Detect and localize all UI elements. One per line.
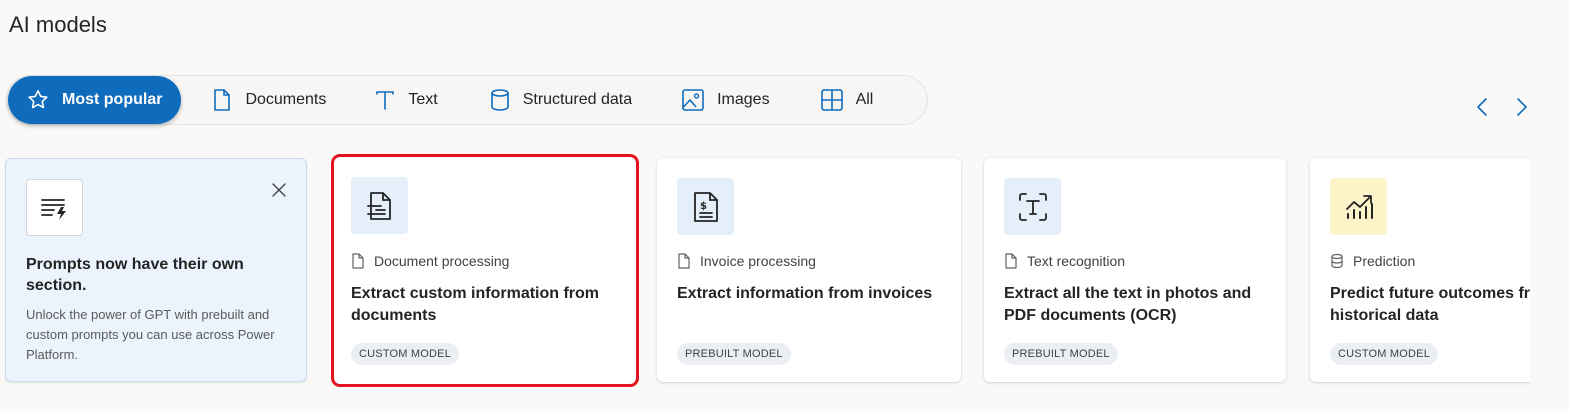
- category-filter-bar: Most popular Documents Text Structured d…: [6, 75, 928, 125]
- filter-label: Most popular: [62, 91, 163, 108]
- text-recognition-icon: [1018, 192, 1047, 221]
- previous-button[interactable]: [1472, 95, 1492, 119]
- card-title: Extract custom information from document…: [351, 285, 600, 324]
- model-card-document-processing[interactable]: Document processing Extract custom infor…: [331, 154, 639, 387]
- image-icon: [682, 89, 704, 111]
- filter-label: Text: [408, 91, 438, 108]
- card-icon-tile: [1004, 178, 1061, 235]
- document-icon: [678, 253, 690, 269]
- database-icon: [490, 89, 509, 111]
- filter-label: Images: [717, 91, 770, 108]
- model-card-invoice-processing[interactable]: $ Invoice processing Extract information…: [657, 158, 961, 382]
- next-button[interactable]: [1512, 95, 1532, 119]
- document-icon: [1005, 253, 1017, 269]
- category-label: Invoice processing: [700, 253, 816, 269]
- card-category: Text recognition: [1004, 253, 1125, 269]
- category-label: Prediction: [1353, 253, 1416, 269]
- filter-label: All: [855, 91, 874, 108]
- card-title: Predict future outcomes from historical …: [1330, 285, 1530, 324]
- star-icon: [28, 90, 48, 109]
- category-label: Document processing: [374, 253, 510, 269]
- card-category: Invoice processing: [677, 253, 816, 269]
- filter-most-popular[interactable]: Most popular: [8, 76, 182, 124]
- card-icon-tile: [351, 177, 408, 234]
- filter-label: Documents: [245, 91, 327, 108]
- promo-icon-tile: [26, 179, 83, 236]
- text-icon: [376, 91, 395, 110]
- prediction-chart-icon: [1345, 194, 1373, 219]
- filter-structured-data[interactable]: Structured data: [489, 76, 681, 124]
- database-icon: [1331, 253, 1343, 269]
- document-icon: [352, 253, 364, 269]
- promo-title: Prompts now have their own section.: [26, 256, 244, 294]
- close-icon: [272, 183, 286, 197]
- filter-label: Structured data: [522, 91, 633, 108]
- grid-icon: [820, 89, 843, 111]
- model-type-badge: CUSTOM MODEL: [351, 343, 460, 365]
- page-title: AI models: [9, 12, 107, 37]
- category-label: Text recognition: [1027, 253, 1126, 269]
- model-type-badge: PREBUILT MODEL: [1004, 343, 1118, 365]
- filter-images[interactable]: Images: [681, 76, 819, 124]
- chevron-right-icon: [1517, 98, 1527, 116]
- card-category: Document processing: [351, 253, 509, 269]
- card-icon-tile: [1330, 178, 1387, 235]
- invoice-icon: $: [693, 191, 718, 222]
- card-category: Prediction: [1330, 253, 1415, 269]
- model-cards-carousel: Prompts now have their own section. Unlo…: [0, 150, 1530, 410]
- chevron-left-icon: [1477, 98, 1487, 116]
- card-title: Extract information from invoices: [677, 285, 933, 302]
- promo-description: Unlock the power of GPT with prebuilt an…: [26, 307, 275, 362]
- filter-all[interactable]: All: [820, 76, 894, 124]
- document-icon: [214, 89, 231, 111]
- model-card-prediction[interactable]: Prediction Predict future outcomes from …: [1310, 158, 1530, 382]
- model-card-text-recognition[interactable]: Text recognition Extract all the text in…: [984, 158, 1286, 382]
- prompts-promo-card: Prompts now have their own section. Unlo…: [5, 158, 307, 382]
- card-icon-tile: $: [677, 178, 734, 235]
- card-title: Extract all the text in photos and PDF d…: [1004, 285, 1252, 324]
- close-button[interactable]: [270, 181, 288, 199]
- svg-text:$: $: [700, 201, 707, 212]
- filter-text[interactable]: Text: [374, 76, 488, 124]
- filter-documents[interactable]: Documents: [181, 76, 374, 124]
- model-type-badge: PREBUILT MODEL: [677, 343, 791, 365]
- prompt-icon: [40, 198, 66, 220]
- model-type-badge: CUSTOM MODEL: [1330, 343, 1439, 365]
- document-form-icon: [366, 191, 391, 220]
